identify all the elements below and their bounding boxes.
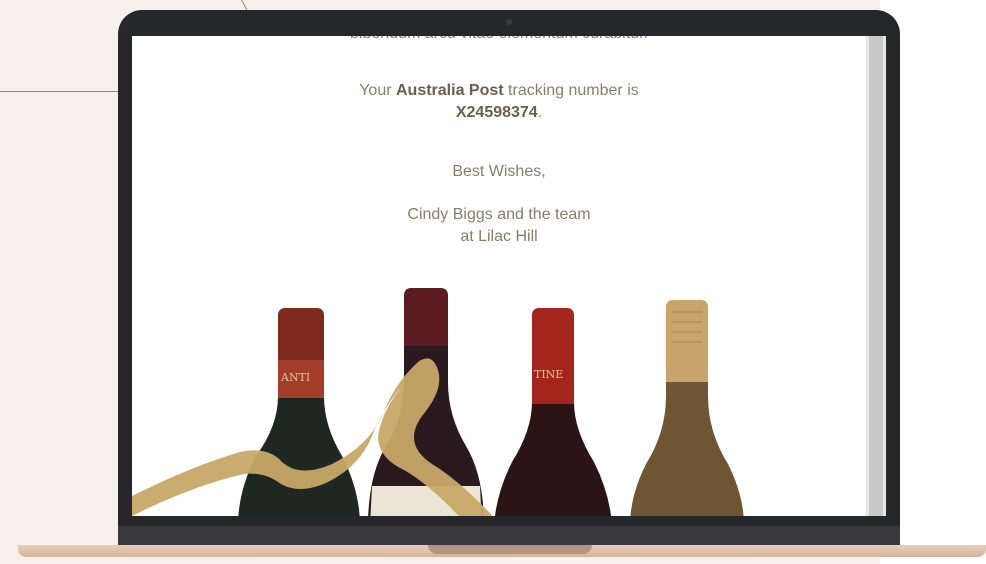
wine-bottle-3: TINE <box>495 308 611 516</box>
laptop-lid: bibendum arcu vitae elementum curabitur.… <box>118 10 900 530</box>
signature-line-2: at Lilac Hill <box>460 228 538 245</box>
tracking-prefix: Your <box>359 82 396 99</box>
tracking-middle: tracking number is <box>503 82 639 99</box>
signature-line-1: Cindy Biggs and the team <box>407 206 591 223</box>
carrier-name: Australia Post <box>396 82 504 99</box>
wine-bottles-image: ANTI TINE <box>132 288 744 516</box>
wine-bottle-4 <box>630 300 744 516</box>
email-screen[interactable]: bibendum arcu vitae elementum curabitur.… <box>132 36 886 516</box>
partial-text-line: bibendum arcu vitae elementum curabitur. <box>132 36 866 45</box>
scrollbar-thumb[interactable] <box>869 36 883 516</box>
laptop-hinge <box>118 526 900 546</box>
laptop-notch <box>428 545 592 554</box>
bottle-label-1: ANTI <box>280 371 310 384</box>
bottle-label-3: TINE <box>534 368 563 381</box>
camera-dot <box>506 19 512 25</box>
tracking-number: X24598374 <box>455 104 538 121</box>
scrollbar-track[interactable] <box>866 36 886 516</box>
closing-line: Best Wishes, <box>452 163 546 180</box>
signature: Cindy Biggs and the team at Lilac Hill <box>132 204 866 248</box>
tracking-message: Your Australia Post tracking number is X… <box>132 80 866 124</box>
tracking-suffix: . <box>537 104 543 121</box>
